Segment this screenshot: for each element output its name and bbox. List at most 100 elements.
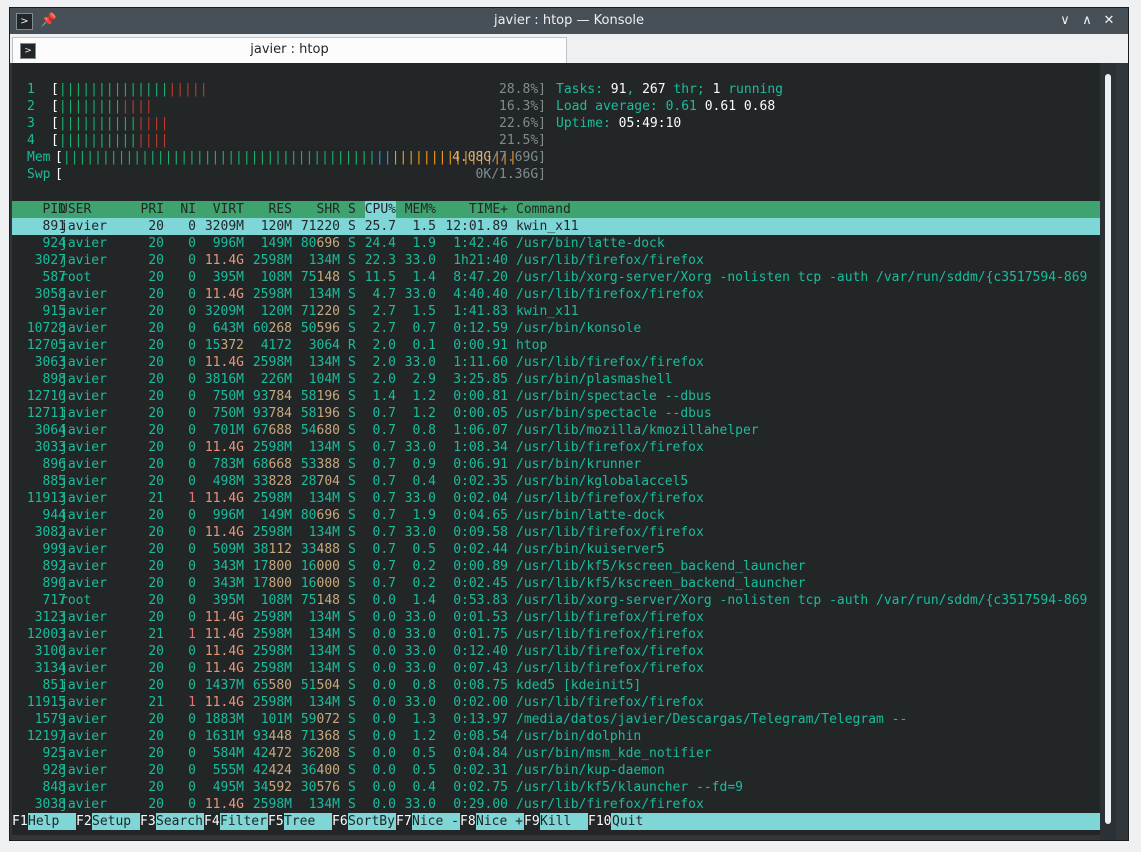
column-header-shr[interactable]: SHR bbox=[317, 201, 340, 218]
table-row[interactable]: 3082 javier 20 0 11.4G 2598M 134M S 0.7 33.0 0:09.… bbox=[12, 524, 1100, 541]
cell-ni: 0 bbox=[188, 542, 196, 557]
table-row[interactable]: 12705 javier 20 0 15372 4172 3064 R 2.0 0.1 0:00.9… bbox=[12, 337, 1100, 354]
table-row[interactable]: 896 javier 20 0 783M 68668 53388 S 0.7 0.9 0:06.91… bbox=[12, 456, 1100, 473]
table-row[interactable]: 12711 javier 20 0 750M 93784 58196 S 0.7 1.2 0:00.… bbox=[12, 405, 1100, 422]
fkey-f1[interactable]: F1 bbox=[12, 813, 28, 830]
cell-ni: 0 bbox=[188, 355, 196, 370]
cell-virt: 11.4G bbox=[204, 287, 244, 302]
table-row[interactable]: 3038 javier 20 0 11.4G 2598M 134M S 0.0 33.0 0:29.… bbox=[12, 796, 1100, 813]
fkey-f9[interactable]: F9 bbox=[524, 813, 540, 830]
table-row[interactable]: 915 javier 20 0 3209M 120M 71220 S 2.7 1.5 1:41.83… bbox=[12, 303, 1100, 320]
fkey-label-f6[interactable]: SortBy bbox=[348, 813, 395, 830]
column-header-pri[interactable]: PRI bbox=[141, 201, 164, 218]
title-bar[interactable]: > 📌 javier : htop — Konsole ∨ ∧ ✕ bbox=[10, 8, 1128, 34]
cell-part: 59 bbox=[300, 712, 317, 727]
table-row[interactable]: 12710 javier 20 0 750M 93784 58196 S 1.4 1.2 0:00.… bbox=[12, 388, 1100, 405]
table-row[interactable]: 587 root 20 0 395M 108M 75148 S 11.5 1.4 8:47.20/u… bbox=[12, 269, 1100, 286]
cell-mem: 1.5 bbox=[412, 219, 436, 234]
table-row[interactable]: 944 javier 20 0 996M 149M 80696 S 0.7 1.9 0:04.65/… bbox=[12, 507, 1100, 524]
column-header-virt[interactable]: VIRT bbox=[213, 201, 244, 218]
table-row[interactable]: 3100 javier 20 0 11.4G 2598M 134M S 0.0 33.0 0:12.… bbox=[12, 643, 1100, 660]
table-row[interactable]: 928 javier 20 0 555M 42424 36400 S 0.0 0.5 0:02.31… bbox=[12, 762, 1100, 779]
table-row[interactable]: 3064 javier 20 0 701M 67688 54680 S 0.7 0.8 1:06.0… bbox=[12, 422, 1100, 439]
fkey-f6[interactable]: F6 bbox=[332, 813, 348, 830]
table-row[interactable]: 924 javier 20 0 996M 149M 80696 S 24.4 1.9 1:42.46… bbox=[12, 235, 1100, 252]
table-row[interactable]: 10728 javier 20 0 643M 60268 50596 S 2.7 0.7 0:12.… bbox=[12, 320, 1100, 337]
fkey-f5[interactable]: F5 bbox=[268, 813, 284, 830]
fkey-label-f10[interactable]: Quit bbox=[612, 813, 643, 830]
tab-javier-htop[interactable]: > javier : htop bbox=[12, 37, 567, 63]
table-row[interactable]: 851 javier 20 0 1437M 65580 51504 S 0.0 0.8 0:08.7… bbox=[12, 677, 1100, 694]
cell-shr: 71220 bbox=[301, 303, 340, 320]
table-row[interactable]: 3063 javier 20 0 11.4G 2598M 134M S 2.0 33.0 1:11.… bbox=[12, 354, 1100, 371]
table-row[interactable]: 11913 javier 21 1 11.4G 2598M 134M S 0.7 33.0 0:02… bbox=[12, 490, 1100, 507]
table-row[interactable]: 891 javier 20 0 3209M 120M 71220 S 25.7 1.5 12:01.… bbox=[12, 218, 1100, 235]
cell-part: 696 bbox=[316, 236, 340, 251]
table-row[interactable]: 925 javier 20 0 584M 42472 36208 S 0.0 0.5 0:04.84… bbox=[12, 745, 1100, 762]
table-row[interactable]: 892 javier 20 0 343M 17800 16000 S 0.7 0.2 0:00.89… bbox=[12, 558, 1100, 575]
minimize-icon[interactable]: ∨ bbox=[1056, 12, 1074, 30]
table-row[interactable]: 885 javier 20 0 498M 33828 28704 S 0.7 0.4 0:02.35… bbox=[12, 473, 1100, 490]
cell-s: S bbox=[348, 695, 356, 710]
fkey-f7[interactable]: F7 bbox=[396, 813, 412, 830]
cell-cpu: 0.0 bbox=[372, 746, 396, 761]
fkey-f2[interactable]: F2 bbox=[76, 813, 92, 830]
cell-part: 196 bbox=[316, 406, 340, 421]
terminal-view[interactable]: 1 [||||||||||||||||||| 28.8%] 2 [||||||||||… bbox=[12, 63, 1104, 835]
fkey-label-f1[interactable]: Help bbox=[28, 813, 75, 830]
fkey-label-f8[interactable]: Nice + bbox=[476, 813, 523, 830]
column-header-command[interactable]: Command bbox=[516, 201, 571, 218]
cell-part: 368 bbox=[316, 729, 340, 744]
table-row[interactable]: 3058 javier 20 0 11.4G 2598M 134M S 4.7 33.0 4:40.… bbox=[12, 286, 1100, 303]
maximize-icon[interactable]: ∧ bbox=[1078, 12, 1096, 30]
table-row[interactable]: 717 root 20 0 395M 108M 75148 S 0.0 1.4 0:53.83/us… bbox=[12, 592, 1100, 609]
fkey-f10[interactable]: F10 bbox=[588, 813, 612, 830]
table-row[interactable]: 848 javier 20 0 495M 34592 30576 S 0.0 0.4 0:02.75… bbox=[12, 779, 1100, 796]
table-row[interactable]: 1579 javier 20 0 1883M 101M 59072 S 0.0 1.3 0:13.9… bbox=[12, 711, 1100, 728]
table-row[interactable]: 11915 javier 21 1 11.4G 2598M 134M S 0.0 33.0 0:02… bbox=[12, 694, 1100, 711]
close-icon[interactable]: ✕ bbox=[1100, 12, 1118, 30]
table-row[interactable]: 12003 javier 21 1 11.4G 2598M 134M S 0.0 33.0 0:01… bbox=[12, 626, 1100, 643]
cell-mem: 0.1 bbox=[412, 338, 436, 353]
system-stats: Tasks: 91, 267 thr; 1 running Load avera… bbox=[556, 81, 783, 132]
column-header-cpu[interactable]: CPU% bbox=[364, 201, 396, 218]
cell-cpu: 0.7 bbox=[372, 440, 396, 455]
fkey-label-f4[interactable]: Filter bbox=[220, 813, 267, 830]
table-row[interactable]: 12197 javier 20 0 1631M 93448 71368 S 0.0 1.2 0:08… bbox=[12, 728, 1100, 745]
cell-virt: 1437M bbox=[204, 678, 244, 693]
cell-ni: 0 bbox=[188, 797, 196, 812]
fkey-f3[interactable]: F3 bbox=[140, 813, 156, 830]
cell-pri: 21 bbox=[148, 627, 164, 642]
column-header-user[interactable]: USER bbox=[60, 201, 91, 218]
cell-mem: 0.5 bbox=[412, 763, 436, 778]
column-header-s[interactable]: S bbox=[348, 201, 356, 218]
process-table-header[interactable]: PID USER PRI NI VIRT RES SHR S CPU% MEM% TIME+ Comm… bbox=[12, 201, 1100, 218]
cell-cmd: /usr/lib/firefox/firefox bbox=[516, 661, 704, 676]
cell-cmd: /usr/bin/kup-daemon bbox=[516, 763, 665, 778]
table-row[interactable]: 999 javier 20 0 509M 38112 33488 S 0.7 0.5 0:02.44… bbox=[12, 541, 1100, 558]
cell-time: 0:09.58 bbox=[453, 525, 508, 540]
fkey-label-f3[interactable]: Search bbox=[156, 813, 203, 830]
column-header-ni[interactable]: NI bbox=[180, 201, 196, 218]
fkey-f8[interactable]: F8 bbox=[460, 813, 476, 830]
scrollbar-thumb[interactable] bbox=[1105, 74, 1111, 824]
cell-virt: 1883M bbox=[204, 712, 244, 727]
column-header-mem[interactable]: MEM% bbox=[405, 201, 436, 218]
table-row[interactable]: 3027 javier 20 0 11.4G 2598M 134M S 22.3 33.0 1h21… bbox=[12, 252, 1100, 269]
table-row[interactable]: 3123 javier 20 0 11.4G 2598M 134M S 0.0 33.0 0:01.… bbox=[12, 609, 1100, 626]
cell-user: javier bbox=[60, 372, 107, 387]
cell-pri: 20 bbox=[148, 219, 164, 234]
fkey-label-f5[interactable]: Tree bbox=[284, 813, 331, 830]
column-header-time[interactable]: TIME+ bbox=[469, 201, 508, 218]
table-row[interactable]: 890 javier 20 0 343M 17800 16000 S 0.7 0.2 0:02.45… bbox=[12, 575, 1100, 592]
fkey-f4[interactable]: F4 bbox=[204, 813, 220, 830]
table-row[interactable]: 3134 javier 20 0 11.4G 2598M 134M S 0.0 33.0 0:07.… bbox=[12, 660, 1100, 677]
cell-ni: 0 bbox=[188, 593, 196, 608]
cell-time: 0:04.65 bbox=[453, 508, 508, 523]
table-row[interactable]: 898 javier 20 0 3816M 226M 104M S 2.0 2.9 3:25.85/… bbox=[12, 371, 1100, 388]
column-header-res[interactable]: RES bbox=[269, 201, 292, 218]
fkey-label-f2[interactable]: Setup bbox=[92, 813, 139, 830]
fkey-label-f7[interactable]: Nice - bbox=[412, 813, 459, 830]
table-row[interactable]: 3033 javier 20 0 11.4G 2598M 134M S 0.7 33.0 1:08.… bbox=[12, 439, 1100, 456]
fkey-label-f9[interactable]: Kill bbox=[540, 813, 587, 830]
